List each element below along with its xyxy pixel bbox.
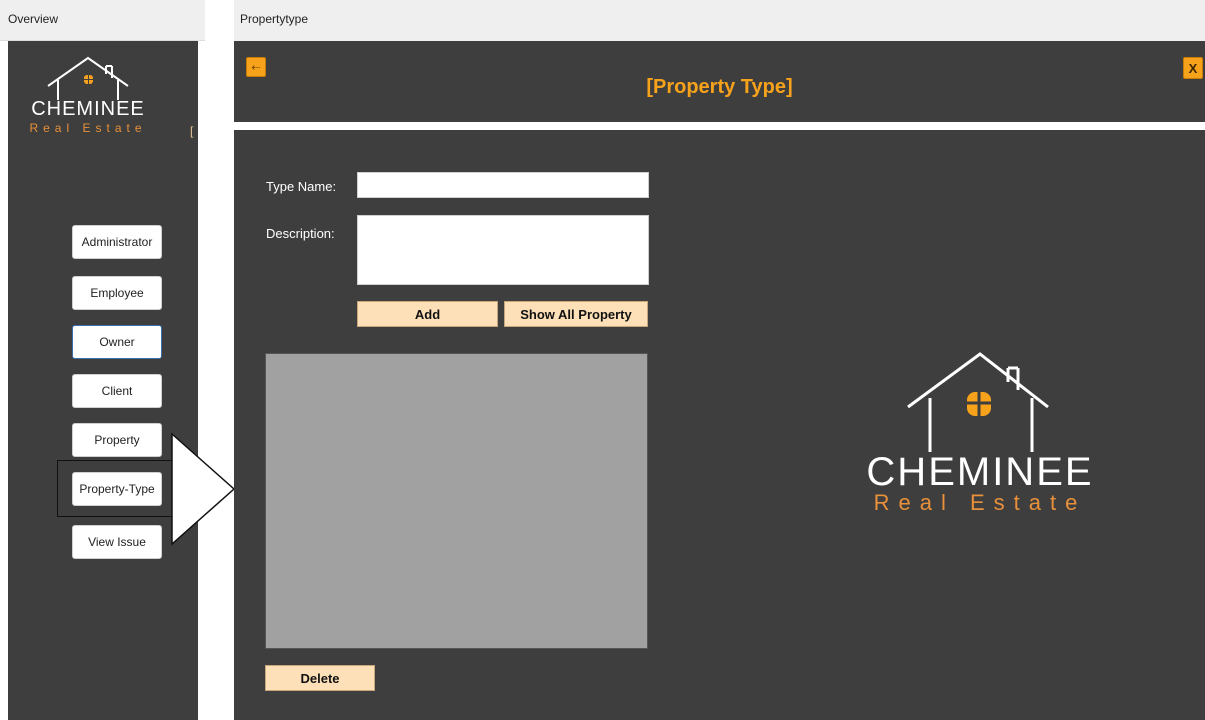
selection-highlight-frame — [57, 460, 173, 517]
house-logo-icon — [47, 56, 129, 100]
header-divider — [234, 122, 1205, 130]
nav-employee-button[interactable]: Employee — [72, 276, 162, 310]
brand-name: CHEMINEE — [866, 450, 1094, 494]
nav-owner-button[interactable]: Owner — [72, 325, 162, 359]
add-button[interactable]: Add — [357, 301, 498, 327]
description-textarea[interactable] — [357, 215, 649, 285]
overview-logo: CHEMINEE Real Estate — [8, 48, 168, 140]
type-name-input[interactable] — [357, 172, 649, 198]
description-label: Description: — [266, 226, 335, 241]
back-button[interactable]: ⇠ — [246, 57, 266, 77]
house-logo-icon — [907, 352, 1049, 452]
property-type-grid[interactable] — [265, 353, 648, 649]
truncated-text: [ — [190, 124, 194, 138]
main-titlebar — [234, 0, 1205, 41]
type-name-label: Type Name: — [266, 179, 337, 194]
overview-window-title: Overview — [8, 12, 59, 26]
nav-administrator-button[interactable]: Administrator — [72, 225, 162, 259]
delete-button[interactable]: Delete — [265, 665, 375, 691]
brand-logo: CHEMINEE Real Estate — [860, 352, 1100, 522]
overview-brand-sub: Real Estate — [29, 121, 147, 135]
show-all-property-button[interactable]: Show All Property — [504, 301, 648, 327]
page-title: [Property Type] — [646, 76, 793, 98]
pointer-arrow-icon — [171, 432, 236, 546]
brand-subtitle: Real Estate — [873, 490, 1087, 515]
nav-property-button[interactable]: Property — [72, 423, 162, 457]
overview-brand-name: CHEMINEE — [31, 98, 145, 120]
main-window-title: Propertytype — [240, 12, 309, 26]
nav-view-issue-button[interactable]: View Issue — [72, 525, 162, 559]
nav-client-button[interactable]: Client — [72, 374, 162, 408]
back-arrow-icon: ⇠ — [251, 61, 261, 74]
